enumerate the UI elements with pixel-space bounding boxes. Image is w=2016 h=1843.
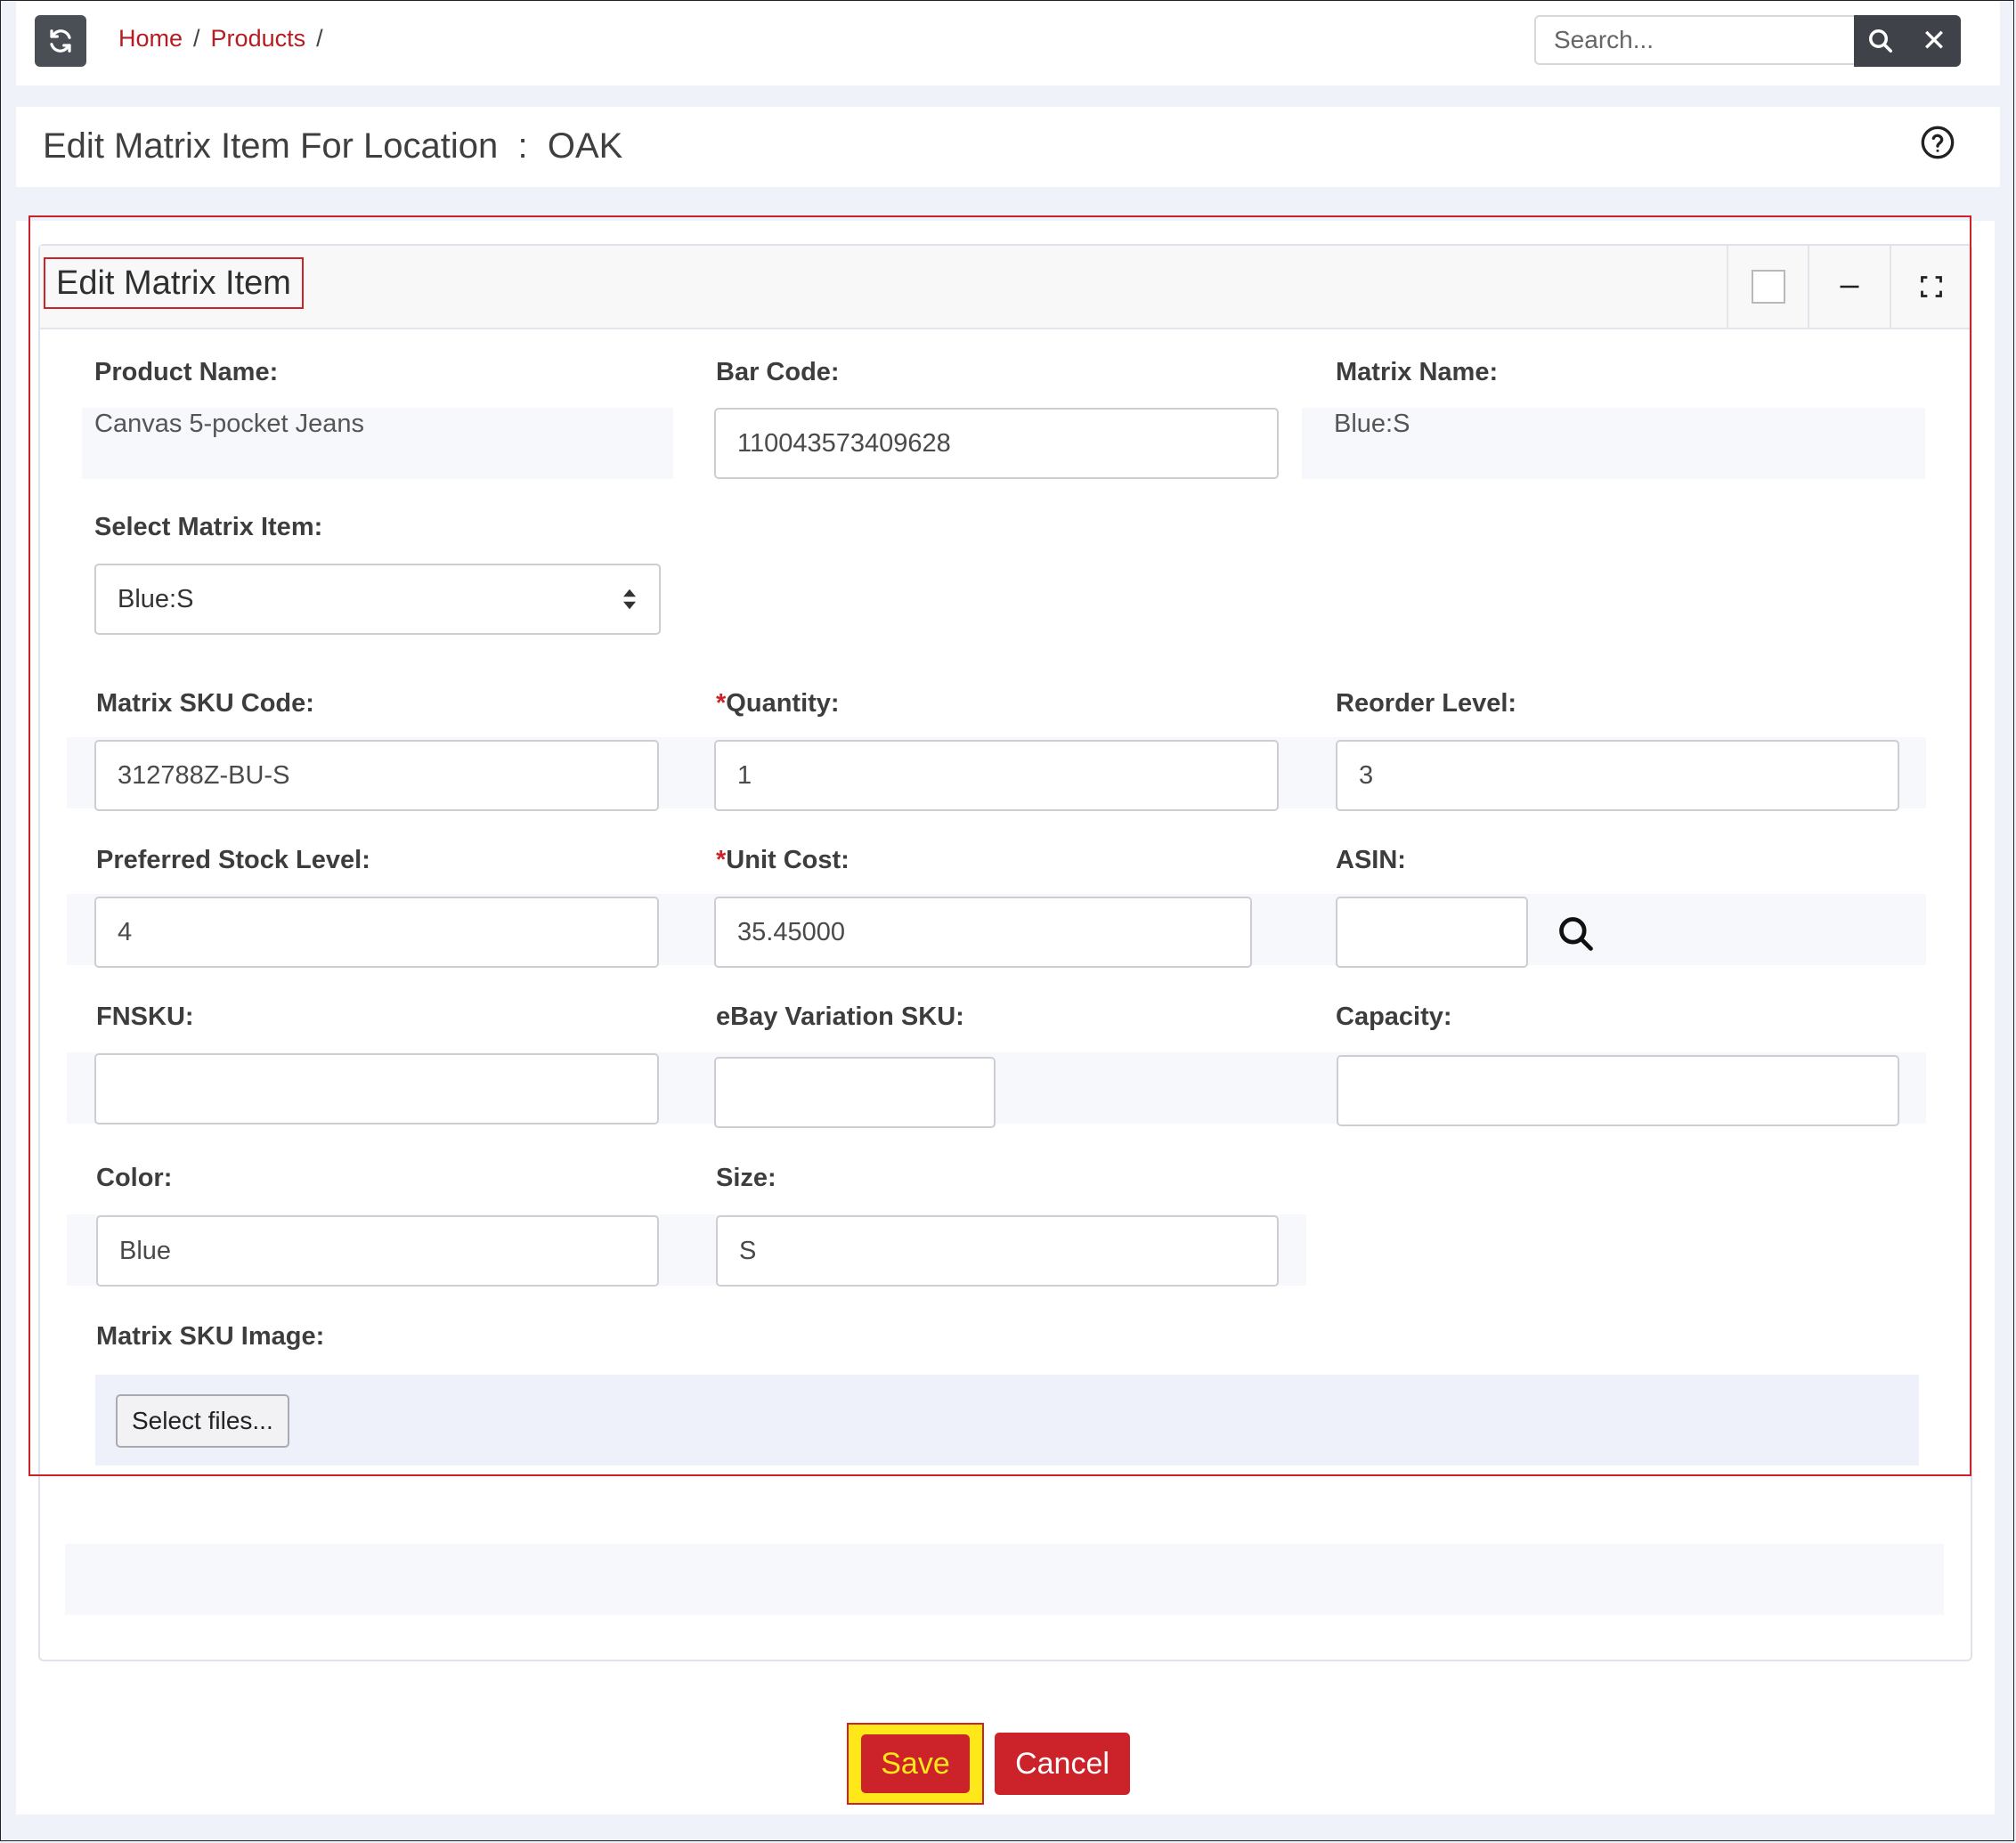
page-title: Edit Matrix Item For Location : OAK	[43, 126, 623, 166]
quantity-input[interactable]	[714, 740, 1279, 811]
expand-icon	[1921, 276, 1942, 297]
color-label: Color:	[96, 1164, 173, 1192]
breadcrumb: Home / Products /	[118, 25, 323, 53]
matrix-sku-code-label: Matrix SKU Code:	[96, 689, 314, 718]
matrix-name-value: Blue:S	[1334, 410, 1410, 438]
ebay-variation-sku-input[interactable]	[714, 1057, 996, 1128]
search-button[interactable]	[1854, 15, 1907, 67]
breadcrumb-separator: /	[193, 25, 200, 52]
box-title-highlight: Edit Matrix Item	[44, 257, 304, 309]
unit-cost-label: *Unit Cost:	[716, 846, 849, 874]
ebay-variation-sku-label: eBay Variation SKU:	[716, 1003, 964, 1031]
select-matrix-item-label: Select Matrix Item:	[94, 513, 323, 541]
bar-code-input[interactable]	[714, 408, 1279, 479]
matrix-name-label: Matrix Name:	[1336, 358, 1499, 386]
color-input[interactable]	[96, 1215, 659, 1287]
select-matrix-item-value: Blue:S	[118, 584, 194, 613]
box-header	[40, 246, 1971, 329]
capacity-label: Capacity:	[1336, 1003, 1452, 1031]
capacity-input[interactable]	[1337, 1055, 1899, 1126]
box-title: Edit Matrix Item	[56, 264, 291, 302]
reorder-level-label: Reorder Level:	[1336, 689, 1517, 718]
minus-icon	[1840, 285, 1859, 288]
fnsku-label: FNSKU:	[96, 1003, 194, 1031]
breadcrumb-home[interactable]: Home	[118, 25, 183, 53]
clear-search-button[interactable]: ✕	[1907, 15, 1961, 67]
asin-label: ASIN:	[1336, 846, 1406, 874]
save-button-highlight: Save	[847, 1723, 984, 1805]
cancel-button[interactable]: Cancel	[995, 1733, 1130, 1795]
refresh-icon	[50, 29, 71, 53]
file-upload-area	[95, 1375, 1919, 1465]
select-box-toggle[interactable]	[1727, 246, 1809, 328]
fnsku-input[interactable]	[94, 1053, 659, 1124]
matrix-sku-image-label: Matrix SKU Image:	[96, 1322, 325, 1351]
bottom-strip	[65, 1544, 1944, 1615]
search-input[interactable]	[1534, 15, 1855, 65]
size-label: Size:	[716, 1164, 776, 1192]
product-name-label: Product Name:	[94, 358, 279, 386]
matrix-sku-code-input[interactable]	[94, 740, 659, 811]
breadcrumb-products[interactable]: Products	[211, 25, 306, 53]
preferred-stock-level-input[interactable]	[94, 897, 659, 968]
select-files-button[interactable]: Select files...	[116, 1394, 289, 1448]
help-icon[interactable]	[1920, 125, 1955, 160]
asin-search-icon[interactable]	[1557, 914, 1596, 954]
fullscreen-button[interactable]	[1890, 246, 1971, 328]
search-icon	[1869, 29, 1892, 53]
collapse-button[interactable]	[1808, 246, 1890, 328]
product-name-value: Canvas 5-pocket Jeans	[94, 410, 365, 438]
quantity-label: *Quantity:	[716, 689, 840, 718]
preferred-stock-level-label: Preferred Stock Level:	[96, 846, 370, 874]
checkbox-icon	[1752, 270, 1785, 304]
required-asterisk: *	[716, 846, 727, 874]
save-button[interactable]: Save	[861, 1734, 970, 1793]
asin-input[interactable]	[1336, 897, 1528, 968]
breadcrumb-separator: /	[316, 25, 323, 52]
required-asterisk: *	[716, 689, 727, 718]
close-icon: ✕	[1921, 24, 1947, 58]
sort-arrows-icon	[623, 589, 636, 610]
unit-cost-input[interactable]	[714, 897, 1252, 968]
reorder-level-input[interactable]	[1336, 740, 1899, 811]
size-input[interactable]	[716, 1215, 1279, 1287]
page-header: Edit Matrix Item For Location : OAK	[16, 107, 2000, 187]
bar-code-label: Bar Code:	[716, 358, 840, 386]
refresh-button[interactable]	[35, 15, 86, 67]
select-matrix-item-dropdown[interactable]: Blue:S	[94, 564, 661, 635]
